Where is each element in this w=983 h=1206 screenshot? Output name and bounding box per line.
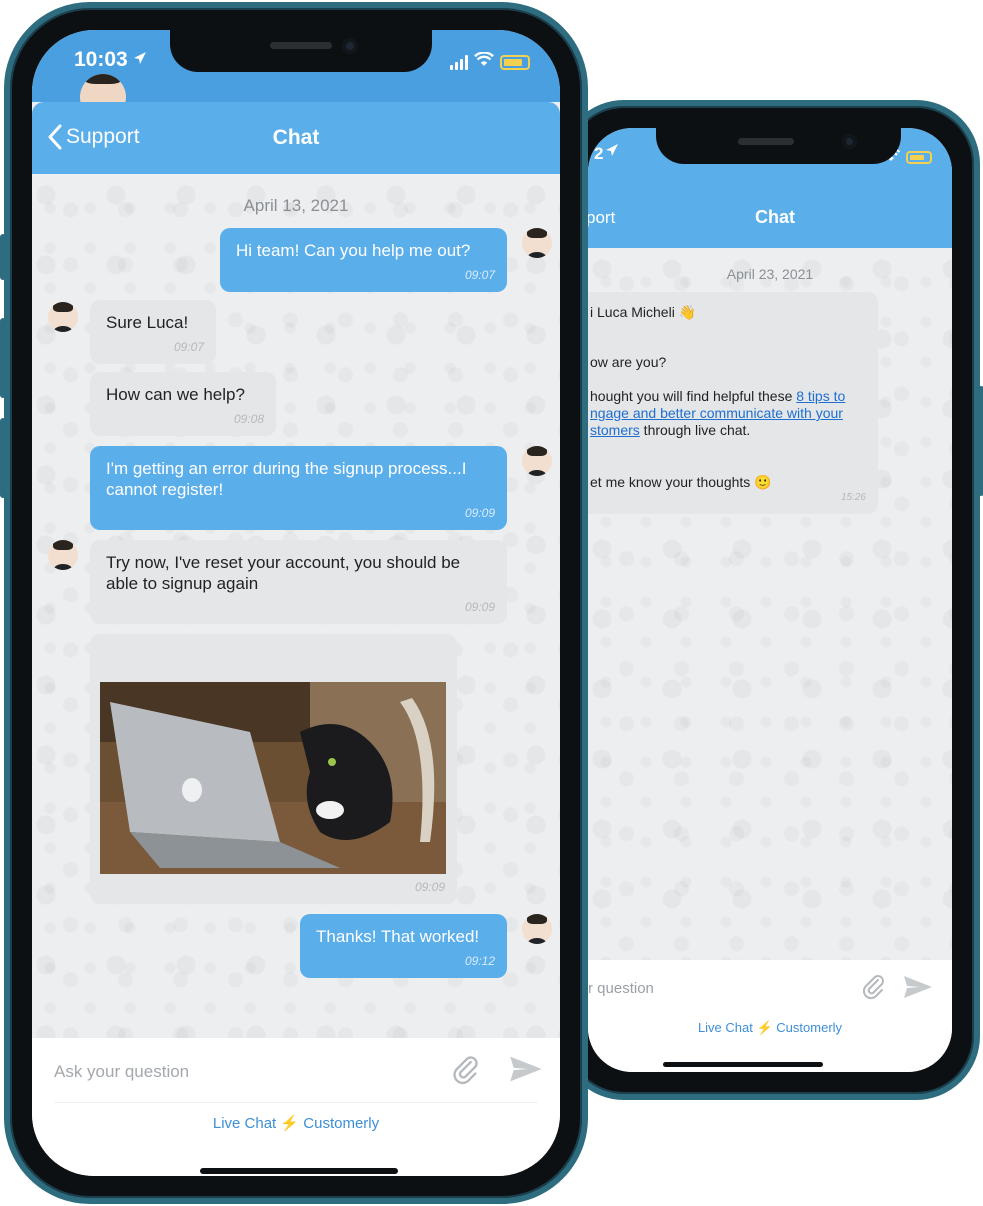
message-input[interactable]: r question <box>588 980 654 997</box>
date-separator: April 23, 2021 <box>726 266 814 282</box>
message-bubble-incoming: Sure Luca! 09:07 <box>90 300 216 364</box>
back-header: port Chat <box>588 188 952 248</box>
status-time: 10:03 <box>74 48 128 71</box>
message-time: 09:09 <box>464 506 495 520</box>
wave-emoji-icon: 👋 <box>678 304 697 320</box>
message-bubble-outgoing: Thanks! That worked! 09:12 <box>300 914 507 978</box>
paperclip-icon[interactable] <box>450 1052 480 1091</box>
footer-brand-name: Customerly <box>303 1115 380 1132</box>
location-arrow-icon <box>132 50 148 71</box>
shared-image[interactable] <box>100 682 446 874</box>
header-title: Chat <box>755 207 795 227</box>
powered-by[interactable]: Live Chat ⚡ Customerly <box>32 1114 560 1132</box>
front-screen: 10:03 Support Chat April 13, 2021 Hi tea… <box>32 30 560 1176</box>
message-text: et me know your thoughts <box>590 474 751 490</box>
home-indicator <box>663 1062 823 1067</box>
user-avatar <box>522 228 552 258</box>
footer-live-chat: Live Chat <box>212 1115 277 1132</box>
location-arrow-icon <box>604 142 620 158</box>
message-text: Sure Luca! <box>106 313 189 332</box>
message-text: Hi team! Can you help me out? <box>236 241 471 260</box>
front-phone: 10:03 Support Chat April 13, 2021 Hi tea… <box>0 2 588 1204</box>
back-screen: 2 port Chat April 23, 2021 i Luca Michel… <box>588 128 952 1072</box>
input-bar: Ask your question Live Chat ⚡ Customerly <box>32 1038 560 1176</box>
message-bubble-image: 09:09 <box>90 634 457 904</box>
message-text: Try now, I've reset your account, you sh… <box>106 553 461 593</box>
message-text: Thanks! That worked! <box>316 927 480 946</box>
home-indicator <box>200 1168 398 1174</box>
message-text: hought you will find helpful these <box>590 388 797 404</box>
message-time: 09:07 <box>173 340 204 354</box>
tips-link[interactable]: stomers <box>590 422 640 438</box>
message-time: 09:08 <box>233 412 264 426</box>
message-bubble: i Luca Micheli 👋 ow are you? hought you … <box>588 292 878 514</box>
battery-icon <box>500 54 530 70</box>
battery-icon <box>906 151 932 164</box>
side-button <box>0 418 6 498</box>
message-text: How can we help? <box>106 385 245 404</box>
user-avatar <box>522 446 552 476</box>
date-separator: April 13, 2021 <box>243 196 349 215</box>
message-time: 09:09 <box>464 600 495 614</box>
send-icon[interactable] <box>902 974 934 1005</box>
message-bubble-incoming: Try now, I've reset your account, you sh… <box>90 540 507 624</box>
footer-live-chat: Live Chat <box>697 1020 753 1035</box>
message-bubble-outgoing: I'm getting an error during the signup p… <box>90 446 507 530</box>
lightning-icon: ⚡ <box>756 1020 773 1035</box>
chat-area[interactable]: April 13, 2021 Hi team! Can you help me … <box>32 174 560 1038</box>
paperclip-icon[interactable] <box>860 972 886 1005</box>
back-phone: 2 port Chat April 23, 2021 i Luca Michel… <box>560 100 983 1100</box>
agent-avatar <box>48 302 78 332</box>
message-time: 15:26 <box>840 492 866 503</box>
message-input[interactable]: Ask your question <box>54 1062 189 1082</box>
notch <box>656 128 901 164</box>
message-bubble-incoming: How can we help? 09:08 <box>90 372 276 436</box>
footer-brand-name: Customerly <box>776 1020 843 1035</box>
input-bar: r question Live Chat ⚡ Customerly <box>588 960 952 1072</box>
notch <box>170 30 432 72</box>
message-time: 09:07 <box>464 268 495 282</box>
send-icon[interactable] <box>508 1054 544 1089</box>
cat-laptop-image <box>100 682 446 874</box>
message-time: 09:09 <box>414 880 445 894</box>
header-title: Chat <box>272 126 320 149</box>
message-text: through live chat. <box>639 422 751 438</box>
wifi-icon <box>474 51 494 72</box>
message-text: I'm getting an error during the signup p… <box>106 459 467 499</box>
message-time: 09:12 <box>464 954 495 968</box>
message-text: ow are you? <box>590 354 667 370</box>
smile-emoji-icon: 🙂 <box>754 474 772 490</box>
lightning-icon: ⚡ <box>280 1115 300 1132</box>
signal-icon <box>450 54 468 70</box>
chat-area[interactable]: April 23, 2021 i Luca Micheli 👋 ow are y… <box>588 248 952 960</box>
message-bubble-outgoing: Hi team! Can you help me out? 09:07 <box>220 228 507 292</box>
powered-by[interactable]: Live Chat ⚡ Customerly <box>588 1020 952 1036</box>
side-button <box>0 234 6 280</box>
tips-link[interactable]: ngage and better communicate with your <box>590 405 843 421</box>
side-button <box>978 386 983 496</box>
tips-link[interactable]: 8 tips to <box>796 388 845 404</box>
status-time: 2 <box>594 144 604 163</box>
message-text: i Luca Micheli <box>590 304 675 320</box>
divider <box>54 1102 538 1103</box>
agent-avatar <box>48 540 78 570</box>
user-avatar <box>522 914 552 944</box>
side-button <box>0 318 6 398</box>
front-header: Support Chat <box>32 102 560 174</box>
